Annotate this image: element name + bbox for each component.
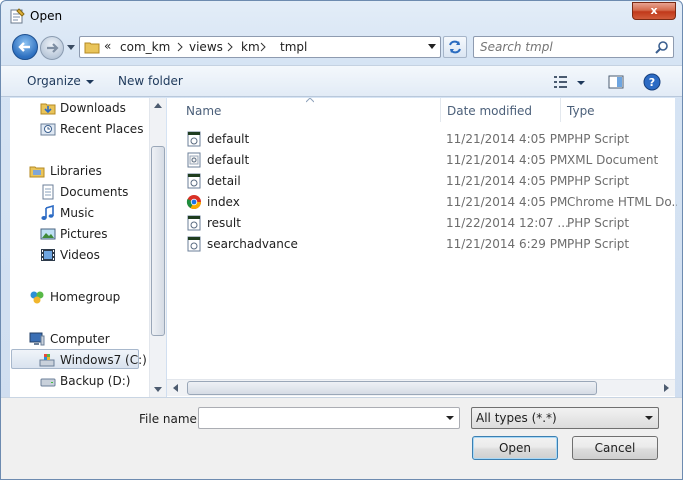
address-dropdown-icon[interactable] bbox=[428, 44, 436, 50]
cancel-button[interactable]: Cancel bbox=[572, 436, 658, 460]
nav-item-computer[interactable]: Computer bbox=[10, 329, 150, 349]
file-list: Name Date modified Type default 11/21/20… bbox=[167, 98, 677, 397]
file-row[interactable]: searchadvance 11/21/2014 6:29 PM PHP Scr… bbox=[181, 234, 671, 254]
search-input[interactable] bbox=[476, 38, 650, 56]
window-title: Open bbox=[30, 9, 63, 23]
pictures-icon bbox=[40, 228, 56, 240]
breadcrumb-views[interactable]: views bbox=[189, 40, 223, 54]
filename-label: File name: bbox=[139, 412, 201, 426]
scroll-right-icon[interactable] bbox=[664, 384, 669, 392]
open-dialog: Open x « com_km views km tmpl Search tmp… bbox=[0, 0, 683, 480]
php-file-icon bbox=[187, 131, 201, 147]
nav-item-windows7-c[interactable]: Windows7 (C:) bbox=[11, 349, 147, 369]
computer-icon bbox=[29, 332, 45, 346]
php-file-icon bbox=[187, 215, 201, 231]
notepad-icon bbox=[10, 8, 25, 24]
back-arrow-icon bbox=[18, 42, 30, 52]
file-row[interactable]: detail 11/21/2014 4:05 PM PHP Script bbox=[181, 171, 671, 191]
organize-button[interactable]: Organize bbox=[27, 74, 94, 88]
nav-item-homegroup[interactable]: Homegroup bbox=[10, 287, 150, 307]
nav-item-recent-places[interactable]: Recent Places bbox=[10, 119, 150, 139]
php-file-icon bbox=[187, 173, 201, 189]
nav-item-downloads[interactable]: Downloads bbox=[10, 98, 150, 118]
scroll-thumb[interactable] bbox=[151, 146, 165, 336]
homegroup-icon bbox=[30, 291, 44, 304]
nav-item-backup-d[interactable]: Backup (D:) bbox=[10, 371, 150, 391]
back-button[interactable] bbox=[12, 34, 38, 60]
forward-button[interactable] bbox=[40, 36, 64, 60]
file-row[interactable]: default 11/21/2014 4:05 PM PHP Script bbox=[181, 129, 671, 149]
documents-icon bbox=[42, 184, 54, 200]
column-header-date[interactable]: Date modified bbox=[447, 104, 532, 118]
drive-d-icon bbox=[40, 378, 56, 387]
column-divider[interactable] bbox=[440, 98, 441, 122]
videos-icon bbox=[41, 249, 55, 261]
view-options-icon[interactable] bbox=[552, 73, 570, 91]
view-dropdown-icon[interactable] bbox=[576, 73, 586, 91]
svg-text:?: ? bbox=[649, 76, 655, 89]
music-icon bbox=[41, 205, 54, 220]
recent-places-icon bbox=[40, 123, 56, 136]
scroll-down-icon[interactable] bbox=[154, 387, 162, 392]
file-row[interactable]: index 11/21/2014 4:05 PM Chrome HTML Do.… bbox=[181, 192, 677, 212]
scroll-thumb[interactable] bbox=[187, 381, 597, 395]
breadcrumb-separator-icon[interactable] bbox=[227, 42, 233, 52]
command-bar: Organize New folder ? bbox=[1, 65, 682, 97]
nav-item-pictures[interactable]: Pictures bbox=[10, 224, 150, 244]
libraries-icon bbox=[29, 166, 45, 178]
title-bar[interactable]: Open x bbox=[1, 1, 682, 31]
chevron-down-icon bbox=[85, 79, 94, 84]
open-button[interactable]: Open bbox=[472, 436, 558, 460]
breadcrumb-km[interactable]: km bbox=[241, 40, 260, 54]
file-type-select[interactable]: All types (*.*) bbox=[471, 407, 659, 429]
preview-pane-icon[interactable] bbox=[607, 73, 625, 91]
file-list-scrollbar[interactable] bbox=[167, 379, 675, 396]
breadcrumb-separator-icon[interactable] bbox=[177, 42, 183, 52]
php-file-icon bbox=[187, 236, 201, 252]
sort-ascending-icon bbox=[306, 98, 314, 103]
search-box[interactable] bbox=[473, 36, 674, 58]
file-row[interactable]: result 11/22/2014 12:07 ... PHP Script bbox=[181, 213, 671, 233]
scroll-left-icon[interactable] bbox=[173, 384, 178, 392]
dialog-footer: File name: All types (*.*) Open Cancel bbox=[1, 397, 682, 479]
column-header-name[interactable]: Name bbox=[186, 104, 221, 118]
xml-file-icon bbox=[187, 152, 201, 168]
filename-input[interactable] bbox=[202, 410, 438, 426]
breadcrumb-separator-icon[interactable] bbox=[260, 42, 266, 52]
folder-icon bbox=[84, 42, 100, 54]
navigation-scrollbar[interactable] bbox=[149, 98, 166, 397]
chevron-down-icon[interactable] bbox=[645, 416, 653, 420]
filename-combobox[interactable] bbox=[198, 407, 460, 429]
breadcrumb-overflow[interactable]: « bbox=[104, 39, 111, 53]
file-row[interactable]: default 11/21/2014 4:05 PM XML Document bbox=[181, 150, 671, 170]
navigation-pane: Downloads Recent Places Libraries Docume… bbox=[10, 98, 165, 397]
refresh-button[interactable] bbox=[443, 36, 467, 58]
address-bar[interactable]: « com_km views km tmpl bbox=[79, 36, 441, 58]
nav-item-documents[interactable]: Documents bbox=[10, 182, 150, 202]
nav-item-libraries[interactable]: Libraries bbox=[10, 161, 150, 181]
refresh-icon bbox=[449, 40, 461, 54]
new-folder-button[interactable]: New folder bbox=[118, 74, 183, 88]
help-icon[interactable]: ? bbox=[643, 73, 661, 91]
forward-arrow-icon bbox=[47, 43, 59, 53]
nav-item-music[interactable]: Music bbox=[10, 203, 150, 223]
chevron-down-icon[interactable] bbox=[446, 416, 454, 420]
column-header-type[interactable]: Type bbox=[567, 104, 595, 118]
downloads-icon bbox=[40, 103, 56, 115]
breadcrumb-com-km[interactable]: com_km bbox=[120, 40, 170, 54]
nav-item-videos[interactable]: Videos bbox=[10, 245, 150, 265]
search-icon[interactable] bbox=[655, 40, 669, 54]
chrome-html-icon bbox=[186, 195, 201, 209]
drive-c-icon bbox=[39, 354, 55, 367]
breadcrumb-tmpl[interactable]: tmpl bbox=[280, 40, 307, 54]
scroll-up-icon[interactable] bbox=[154, 103, 162, 108]
close-button[interactable]: x bbox=[632, 2, 676, 20]
recent-pages-dropdown-icon[interactable] bbox=[67, 43, 75, 51]
column-divider[interactable] bbox=[560, 98, 561, 122]
